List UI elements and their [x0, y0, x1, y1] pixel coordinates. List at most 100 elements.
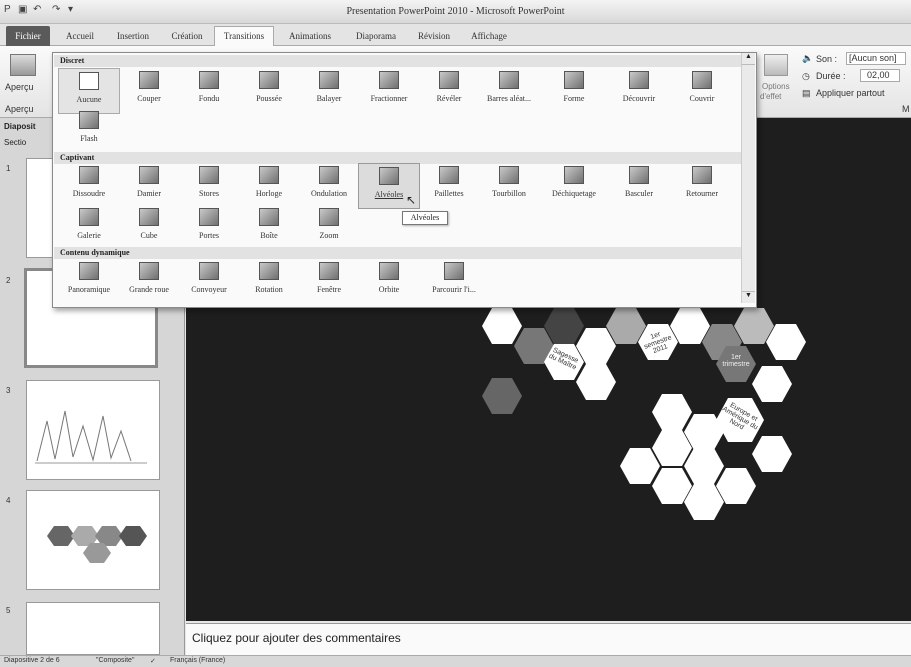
transition-convoyeur[interactable]: Convoyeur	[178, 259, 240, 305]
transition-decouvrir[interactable]: Découvrir	[608, 68, 670, 114]
effect-options-label: d'effet	[760, 92, 782, 101]
tab-affichage[interactable]: Affichage	[464, 28, 514, 46]
slide-number: 4	[6, 496, 11, 505]
status-language[interactable]: Français (France)	[170, 657, 225, 664]
tab-insertion[interactable]: Insertion	[108, 28, 158, 46]
title-bar: P ▣ ↶ ↷ ▾ Presentation PowerPoint 2010 -…	[0, 0, 911, 24]
slide-hexagon: Europe et Amérique du Nord	[716, 398, 764, 442]
slide-hexagon	[652, 394, 692, 430]
transition-grande-roue[interactable]: Grande roue	[118, 259, 180, 305]
mouse-cursor-icon: ↖	[406, 193, 417, 207]
transition-galerie[interactable]: Galerie	[58, 205, 120, 251]
status-theme[interactable]: "Composite"	[96, 657, 134, 664]
sound-select[interactable]: [Aucun son]	[846, 52, 906, 65]
transition-boite[interactable]: Boîte	[238, 205, 300, 251]
hexagons-thumbnail-icon	[47, 526, 147, 563]
preview-icon[interactable]	[10, 54, 36, 76]
transition-orbite[interactable]: Orbite	[358, 259, 420, 305]
transition-wipe-icon	[319, 71, 339, 89]
transition-fondu[interactable]: Fondu	[178, 68, 240, 114]
transition-dechiquetage[interactable]: Déchiquetage	[543, 163, 605, 209]
transition-split-icon	[379, 71, 399, 89]
tab-accueil[interactable]: Accueil	[58, 28, 102, 46]
transition-conveyor-icon	[199, 262, 219, 280]
window-title: Presentation PowerPoint 2010 - Microsoft…	[346, 6, 565, 17]
slides-tab[interactable]: Diaposit	[2, 120, 50, 134]
tab-transitions[interactable]: Transitions	[214, 26, 274, 47]
slide-hexagon	[576, 364, 616, 400]
status-slide-count: Diapositive 2 de 6	[4, 657, 60, 664]
transition-retourner[interactable]: Retourner	[671, 163, 733, 209]
transition-damier[interactable]: Damier	[118, 163, 180, 209]
apply-all-button[interactable]: Appliquer partout	[816, 88, 885, 98]
transition-honeycomb-icon	[379, 167, 399, 185]
transition-forme[interactable]: Forme	[543, 68, 605, 114]
transition-flash-icon	[79, 111, 99, 129]
scroll-down-icon[interactable]: ▼	[742, 291, 755, 303]
transition-tourbillon[interactable]: Tourbillon	[478, 163, 540, 209]
slide-thumbnail-4[interactable]	[26, 490, 160, 590]
slide-number: 3	[6, 386, 11, 395]
transition-balayer[interactable]: Balayer	[298, 68, 360, 114]
section-header[interactable]: Sectio	[4, 138, 26, 147]
duration-icon: ◷	[802, 71, 810, 81]
preview-button[interactable]: Aperçu	[5, 82, 34, 92]
transition-couvrir[interactable]: Couvrir	[671, 68, 733, 114]
spellcheck-icon[interactable]: ✓	[150, 657, 156, 665]
tab-creation[interactable]: Création	[164, 28, 210, 46]
transition-basculer[interactable]: Basculer	[608, 163, 670, 209]
transition-dissolve-icon	[79, 166, 99, 184]
transition-barres[interactable]: Barres aléat...	[478, 68, 540, 114]
transition-window-icon	[319, 262, 339, 280]
transition-poussee[interactable]: Poussée	[238, 68, 300, 114]
slide-hexagon	[482, 308, 522, 344]
effect-options-icon[interactable]	[764, 54, 788, 76]
transition-cut-icon	[139, 71, 159, 89]
effect-options-button[interactable]: Options	[762, 82, 790, 91]
transition-box-icon	[259, 208, 279, 226]
scroll-up-icon[interactable]: ▲	[742, 53, 755, 65]
apply-all-icon: ▤	[802, 88, 811, 98]
chart-thumbnail-icon	[35, 410, 147, 464]
slide-hexagon	[482, 378, 522, 414]
transition-ripple-icon	[319, 166, 339, 184]
transition-rotation[interactable]: Rotation	[238, 259, 300, 305]
transition-rotate-icon	[259, 262, 279, 280]
transition-shred-icon	[564, 166, 584, 184]
transition-parcourir[interactable]: Parcourir l'i...	[423, 259, 485, 305]
gallery-scrollbar[interactable]: ▲ ▼	[741, 53, 755, 303]
transition-fenetre[interactable]: Fenêtre	[298, 259, 360, 305]
duration-label: Durée :	[816, 71, 846, 81]
tooltip: Alvéoles	[402, 211, 448, 225]
transition-ferris-wheel-icon	[139, 262, 159, 280]
transition-doors-icon	[199, 208, 219, 226]
transition-gallery-icon	[79, 208, 99, 226]
transition-reveler[interactable]: Révéler	[418, 68, 480, 114]
transition-couper[interactable]: Couper	[118, 68, 180, 114]
tab-diaporama[interactable]: Diaporama	[346, 28, 406, 46]
tab-revision[interactable]: Révision	[412, 28, 456, 46]
slide-hexagon	[752, 366, 792, 402]
transition-fractionner[interactable]: Fractionner	[358, 68, 420, 114]
slide-hexagon	[544, 308, 584, 344]
slide-number: 2	[6, 276, 11, 285]
slide-thumbnail-3[interactable]	[26, 380, 160, 480]
transition-horloge[interactable]: Horloge	[238, 163, 300, 209]
transition-zoom[interactable]: Zoom	[298, 205, 360, 251]
transition-panoramique[interactable]: Panoramique	[58, 259, 120, 305]
transition-cube[interactable]: Cube	[118, 205, 180, 251]
transition-flash[interactable]: Flash	[58, 108, 120, 154]
tab-fichier[interactable]: Fichier	[6, 26, 50, 46]
notes-pane[interactable]: Cliquez pour ajouter des commentaires	[186, 623, 911, 655]
transition-ondulation[interactable]: Ondulation	[298, 163, 360, 209]
slide-thumbnail-5[interactable]	[26, 602, 160, 655]
transition-stores[interactable]: Stores	[178, 163, 240, 209]
transition-flip-icon	[692, 166, 712, 184]
transition-dissoudre[interactable]: Dissoudre	[58, 163, 120, 209]
transition-portes[interactable]: Portes	[178, 205, 240, 251]
transition-paillettes[interactable]: Paillettes	[418, 163, 480, 209]
section-header-discret: Discret	[54, 55, 742, 67]
duration-input[interactable]: 02,00	[860, 69, 900, 82]
transition-checkerboard-icon	[139, 166, 159, 184]
tab-animations[interactable]: Animations	[282, 28, 338, 46]
